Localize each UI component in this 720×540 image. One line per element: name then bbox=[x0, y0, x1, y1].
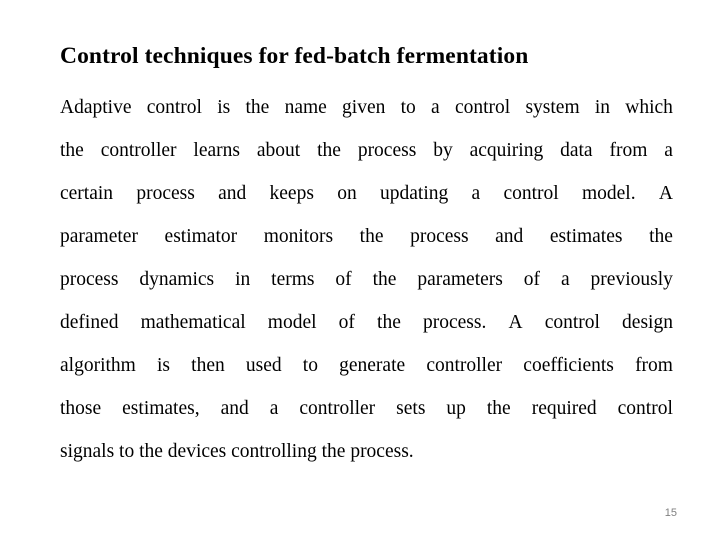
body-word: from bbox=[635, 355, 673, 376]
body-word: by bbox=[433, 140, 453, 161]
body-word: process bbox=[357, 140, 417, 161]
body-text-line: algorithm is then used to generate controller c… bbox=[60, 344, 673, 387]
body-word: those bbox=[60, 398, 102, 419]
body-word: A bbox=[658, 183, 673, 204]
body-word: in bbox=[594, 97, 611, 118]
body-word: coefficients bbox=[523, 355, 614, 376]
body-word: which bbox=[625, 97, 673, 118]
body-word: design bbox=[622, 312, 673, 333]
body-text-line: defined mathematical model of the process. Aco… bbox=[60, 301, 673, 344]
body-word: controller bbox=[299, 398, 376, 419]
body-word: then bbox=[191, 355, 225, 376]
body-word: the bbox=[139, 441, 163, 462]
body-word: from bbox=[609, 140, 648, 161]
body-word: previously bbox=[590, 269, 673, 290]
body-word: devices bbox=[167, 441, 227, 462]
body-word: of bbox=[338, 312, 355, 333]
body-word: updating bbox=[380, 183, 449, 204]
body-word: data bbox=[560, 140, 593, 161]
body-word: terms bbox=[271, 269, 315, 290]
body-word: in bbox=[235, 269, 251, 290]
body-word: parameter bbox=[60, 226, 138, 247]
body-word: Adaptive bbox=[60, 97, 132, 118]
body-word: given bbox=[342, 97, 386, 118]
body-word: a bbox=[560, 269, 570, 290]
body-word: control bbox=[544, 312, 600, 333]
body-word: the bbox=[321, 441, 346, 462]
page-title: Control techniques for fed-batch ferment… bbox=[60, 43, 529, 69]
body-word: and bbox=[495, 226, 524, 247]
body-word: control bbox=[617, 398, 673, 419]
body-text-line: those estimates, and a controller sets up the re… bbox=[60, 387, 673, 430]
body-word: up bbox=[446, 398, 466, 419]
body-word: defined bbox=[60, 312, 119, 333]
body-word: the bbox=[245, 97, 270, 118]
body-word: generate bbox=[339, 355, 406, 376]
body-word: monitors bbox=[263, 226, 334, 247]
body-word: and bbox=[220, 398, 249, 419]
body-word: name bbox=[284, 97, 327, 118]
body-word: system bbox=[525, 97, 580, 118]
body-word: mathematical bbox=[140, 312, 246, 333]
body-text-block: Adaptive control is the name given to a control s… bbox=[60, 86, 673, 473]
body-word: of bbox=[335, 269, 352, 290]
body-word: the bbox=[359, 226, 384, 247]
body-word: a bbox=[471, 183, 481, 204]
body-word: to bbox=[119, 441, 135, 462]
body-word: model. bbox=[581, 183, 636, 204]
body-word: keeps bbox=[269, 183, 314, 204]
body-word: process. bbox=[422, 312, 487, 333]
body-word: the bbox=[372, 269, 397, 290]
body-text-line: the controller learns about the process by acqu… bbox=[60, 129, 673, 172]
body-word: about bbox=[256, 140, 301, 161]
body-word: control bbox=[454, 97, 511, 118]
body-word: process. bbox=[350, 441, 414, 462]
body-word: sets bbox=[396, 398, 426, 419]
body-word: dynamics bbox=[139, 269, 215, 290]
body-word: acquiring bbox=[469, 140, 544, 161]
body-word: used bbox=[245, 355, 282, 376]
body-word: to bbox=[302, 355, 318, 376]
body-word: a bbox=[664, 140, 673, 161]
body-text-line: certain process and keeps on updating a control… bbox=[60, 172, 673, 215]
body-word: the bbox=[317, 140, 341, 161]
body-word: estimates, bbox=[122, 398, 200, 419]
body-text-line: process dynamics in terms of the parameters of a… bbox=[60, 258, 673, 301]
page-number: 15 bbox=[664, 507, 677, 519]
body-word: certain bbox=[60, 183, 114, 204]
body-word: and bbox=[218, 183, 247, 204]
body-word: is bbox=[156, 355, 170, 376]
body-word: algorithm bbox=[60, 355, 136, 376]
body-word: controller bbox=[426, 355, 503, 376]
body-word: controlling bbox=[231, 441, 317, 462]
body-word: to bbox=[400, 97, 416, 118]
body-word: the bbox=[486, 398, 511, 419]
body-word: parameters bbox=[417, 269, 503, 290]
body-word: estimator bbox=[164, 226, 238, 247]
body-word: process bbox=[60, 269, 119, 290]
body-word: required bbox=[531, 398, 597, 419]
body-word: is bbox=[217, 97, 231, 118]
body-word: control bbox=[503, 183, 559, 204]
body-text-line: signals to the devices controlling the p… bbox=[60, 430, 673, 473]
body-word: a bbox=[269, 398, 279, 419]
body-word: the bbox=[377, 312, 401, 333]
body-word: model bbox=[267, 312, 317, 333]
body-word: controller bbox=[100, 140, 177, 161]
body-word: process bbox=[136, 183, 195, 204]
body-word: the bbox=[60, 140, 84, 161]
slide: Control techniques for fed-batch ferment… bbox=[0, 0, 720, 540]
body-word: the bbox=[649, 226, 673, 247]
body-word: on bbox=[337, 183, 357, 204]
body-word: of bbox=[523, 269, 541, 290]
body-word: A bbox=[508, 312, 523, 333]
body-word: process bbox=[410, 226, 469, 247]
body-text-line: parameter estimator monitors the process and e… bbox=[60, 215, 673, 258]
body-word: control bbox=[146, 97, 202, 118]
body-text-line: Adaptive control is the name given to a control s… bbox=[60, 86, 673, 129]
body-word: a bbox=[431, 97, 440, 118]
body-word: estimates bbox=[549, 226, 623, 247]
body-word: learns bbox=[193, 140, 240, 161]
body-word: signals bbox=[60, 441, 115, 462]
